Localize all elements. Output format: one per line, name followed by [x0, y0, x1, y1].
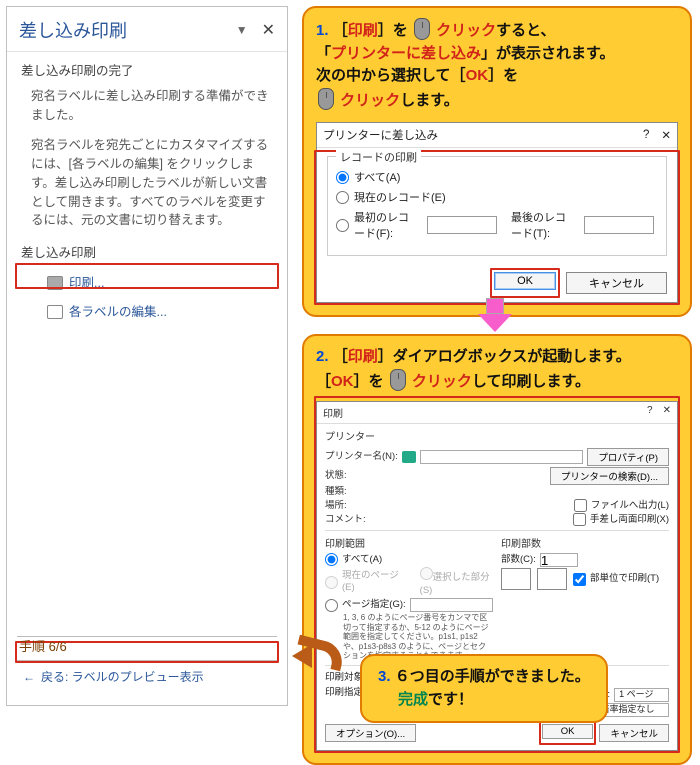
document-icon [47, 305, 63, 319]
close-icon[interactable]: ✕ [663, 405, 671, 420]
section-hint: 宛名ラベルを宛先ごとにカスタマイズするには、[各ラベルの編集] をクリックします… [21, 136, 273, 230]
instruction-text-3: 3. ６つ目の手順ができました。 完成です！ [378, 666, 590, 711]
curved-arrow-icon [296, 640, 354, 680]
mouse-icon [414, 18, 430, 40]
dialog-titlebar: 印刷 ? ✕ [317, 402, 677, 424]
pages-input[interactable] [410, 598, 493, 612]
instruction-bubble-3: 3. ６つ目の手順ができました。 完成です！ [360, 654, 608, 723]
instruction-text-2: 2. ［印刷］ダイアログボックスが起動します。 ［OK］を クリックして印刷しま… [316, 346, 678, 393]
dropdown-icon[interactable]: ▼ [236, 23, 248, 37]
paper-icon [537, 568, 567, 590]
fieldset-legend: レコードの印刷 [336, 149, 421, 165]
dialog-buttons: OK キャンセル [317, 264, 677, 302]
help-icon[interactable]: ? [643, 129, 649, 141]
back-arrow-icon: ← [23, 670, 35, 684]
properties-button[interactable]: プロパティ(P) [587, 448, 669, 466]
radio-all-input[interactable] [336, 171, 349, 184]
dialog-printer-merge: プリンターに差し込み ? ✕ レコードの印刷 すべて(A) 現在のレコード(E)… [316, 122, 678, 303]
radio-current-page [325, 576, 338, 589]
pink-arrow-icon [478, 298, 512, 332]
cancel-button[interactable]: キャンセル [566, 272, 667, 294]
manual-duplex-checkbox[interactable] [573, 513, 586, 526]
dialog-title: プリンターに差し込み [323, 127, 643, 143]
last-record-input[interactable] [584, 216, 654, 234]
copies-input[interactable] [540, 553, 578, 567]
action-print[interactable]: 印刷... [21, 269, 273, 298]
radio-all[interactable]: すべて(A) [336, 169, 658, 185]
help-icon[interactable]: ? [647, 405, 653, 420]
dialog-title: 印刷 [323, 405, 647, 420]
paper-icon [501, 568, 531, 590]
radio-current-input[interactable] [336, 191, 349, 204]
radio-selection [420, 567, 433, 580]
close-icon[interactable]: ✕ [661, 128, 671, 142]
cancel-button[interactable]: キャンセル [599, 724, 669, 742]
task-pane-header: 差し込み印刷 ▼ ✕ [7, 7, 287, 52]
step-indicator: 手順 6/6 [19, 634, 275, 657]
dialog-body: レコードの印刷 すべて(A) 現在のレコード(E) 最初のレコード(F): 最後… [317, 148, 677, 264]
first-record-input[interactable] [427, 216, 497, 234]
task-pane-body: 差し込み印刷の完了 宛名ラベルに差し込み印刷する準備ができました。 宛名ラベルを… [7, 52, 287, 336]
printer-select[interactable] [420, 450, 584, 464]
options-button[interactable]: オプション(O)... [325, 724, 416, 742]
radio-all[interactable] [325, 553, 338, 566]
instruction-text-1: 1. ［印刷］を クリックすると、 「プリンターに差し込み」が表示されます。 次… [316, 18, 678, 112]
fieldset-records: レコードの印刷 すべて(A) 現在のレコード(E) 最初のレコード(F): 最後… [327, 156, 667, 256]
close-icon[interactable]: ✕ [262, 20, 275, 40]
actions-title: 差し込み印刷 [21, 244, 273, 263]
divider [17, 660, 277, 661]
radio-range-input[interactable] [336, 219, 349, 232]
action-edit-labels[interactable]: 各ラベルの編集... [21, 298, 273, 327]
radio-pages[interactable] [325, 599, 338, 612]
mouse-icon [390, 369, 406, 391]
action-print-label: 印刷... [69, 274, 104, 293]
section-desc: 宛名ラベルに差し込み印刷する準備ができました。 [21, 87, 273, 125]
printer-icon [47, 276, 63, 290]
printer-icon [402, 451, 416, 463]
mouse-icon [318, 88, 334, 110]
instruction-bubble-1: 1. ［印刷］を クリックすると、 「プリンターに差し込み」が表示されます。 次… [302, 6, 692, 317]
section-title: 差し込み印刷の完了 [21, 62, 273, 81]
radio-current[interactable]: 現在のレコード(E) [336, 189, 658, 205]
task-pane: 差し込み印刷 ▼ ✕ 差し込み印刷の完了 宛名ラベルに差し込み印刷する準備ができ… [6, 6, 288, 706]
dialog-titlebar: プリンターに差し込み ? ✕ [317, 123, 677, 148]
ok-button[interactable]: OK [494, 272, 556, 290]
pps-select[interactable]: 1 ページ [614, 688, 669, 702]
action-edit-labels-label: 各ラベルの編集... [69, 303, 167, 322]
radio-range[interactable]: 最初のレコード(F): 最後のレコード(T): [336, 209, 658, 241]
find-printer-button[interactable]: プリンターの検索(D)... [550, 467, 669, 485]
collate-checkbox[interactable] [573, 573, 586, 586]
task-pane-title: 差し込み印刷 [19, 17, 236, 43]
back-link[interactable]: ← 戻る: ラベルのプレビュー表示 [23, 668, 204, 685]
back-link-label: 戻る: ラベルのプレビュー表示 [41, 668, 204, 685]
print-to-file-checkbox[interactable] [574, 499, 587, 512]
ok-button[interactable]: OK [542, 724, 594, 739]
